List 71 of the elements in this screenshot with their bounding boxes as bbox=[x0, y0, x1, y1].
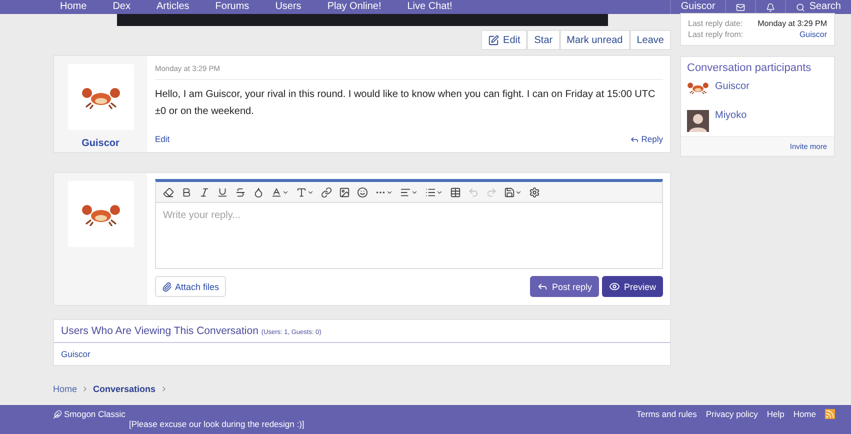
font-color-icon bbox=[271, 186, 282, 198]
eye-icon bbox=[608, 281, 620, 292]
footer-link[interactable]: Help bbox=[766, 409, 784, 419]
underline-icon bbox=[217, 186, 228, 198]
bold-icon bbox=[181, 186, 192, 198]
footer-note: [Please excuse our look during the redesign :)] bbox=[129, 419, 304, 429]
align-icon bbox=[400, 186, 411, 198]
action-button[interactable]: Star bbox=[527, 30, 560, 50]
action-button[interactable]: Leave bbox=[630, 30, 671, 50]
reply-icon bbox=[536, 281, 548, 292]
nav-link[interactable]: Dex bbox=[112, 0, 130, 14]
breadcrumb-link[interactable]: Conversations bbox=[93, 384, 156, 394]
link-icon bbox=[321, 186, 332, 198]
crab-drawing bbox=[80, 85, 120, 109]
caret-icon bbox=[515, 188, 522, 196]
reply-icon bbox=[630, 134, 640, 144]
redo-icon bbox=[486, 186, 497, 198]
smiley-icon bbox=[357, 186, 368, 198]
crab-drawing bbox=[687, 81, 709, 94]
info-value[interactable]: Guiscor bbox=[799, 29, 827, 40]
card-title: Conversation participants bbox=[686, 61, 812, 76]
nav-link[interactable]: Home bbox=[60, 0, 87, 14]
droplet-icon bbox=[253, 186, 264, 198]
search-icon bbox=[796, 2, 806, 12]
action-button[interactable]: Mark unread bbox=[560, 30, 630, 50]
nav-link[interactable]: Forums bbox=[215, 0, 250, 14]
feather-icon bbox=[53, 410, 62, 418]
user-link[interactable]: Guiscor bbox=[61, 349, 663, 359]
eraser-icon bbox=[163, 186, 174, 198]
info-value: Monday at 3:29 PM bbox=[758, 18, 827, 29]
post-reply-button[interactable]: Post reply bbox=[530, 276, 599, 297]
edit-icon bbox=[488, 34, 500, 46]
caret-icon bbox=[411, 188, 418, 196]
footer-link[interactable]: Home bbox=[793, 409, 816, 419]
info-label: Last reply date: bbox=[688, 18, 743, 29]
caret-icon bbox=[307, 188, 314, 196]
participant-link[interactable]: Guiscor bbox=[715, 81, 750, 92]
list-icon bbox=[425, 186, 436, 198]
mail-icon bbox=[736, 2, 746, 12]
reply-link[interactable]: Reply bbox=[630, 134, 663, 144]
participant-link[interactable]: Miyoko bbox=[715, 110, 747, 121]
avatar-silhouette bbox=[687, 110, 709, 132]
italic-icon bbox=[199, 186, 210, 198]
caret-icon bbox=[282, 188, 289, 196]
action-button[interactable]: Edit bbox=[481, 30, 528, 50]
edit-link[interactable]: Edit bbox=[155, 134, 170, 144]
table-icon bbox=[450, 186, 461, 198]
nav-link[interactable]: Live Chat! bbox=[407, 0, 452, 14]
footer-link[interactable]: Terms and rules bbox=[636, 409, 697, 419]
nav-link[interactable]: Articles bbox=[156, 0, 190, 14]
preview-button[interactable]: Preview bbox=[602, 276, 663, 297]
author-name[interactable]: Guiscor bbox=[82, 138, 120, 149]
paperclip-icon bbox=[162, 282, 172, 292]
settings-icon bbox=[529, 186, 540, 198]
caret-icon bbox=[386, 188, 393, 196]
caret-icon bbox=[436, 188, 443, 196]
breadcrumb-link[interactable]: Home bbox=[53, 384, 78, 394]
text-size-icon bbox=[296, 186, 307, 198]
drafts-icon bbox=[504, 186, 515, 198]
info-label: Last reply from: bbox=[688, 29, 744, 40]
attach-files-button[interactable]: Attach files bbox=[155, 276, 226, 297]
crab-drawing bbox=[80, 202, 120, 226]
reply-field[interactable]: Write your reply... bbox=[155, 202, 663, 269]
undo-icon bbox=[468, 186, 479, 198]
nav-link[interactable]: Play Online! bbox=[327, 0, 382, 14]
footer-link[interactable]: Privacy policy bbox=[706, 409, 758, 419]
site-link[interactable]: Smogon Classic bbox=[53, 409, 304, 419]
nav-link[interactable]: Users bbox=[275, 0, 302, 14]
message-text: Hello, I am Guiscor, your rival in this round. I would like to know when you can fight. I can on Friday at 15:00 UTC ±0 or on the weekend. bbox=[155, 88, 656, 119]
image-icon bbox=[339, 186, 350, 198]
strikethrough-icon bbox=[235, 186, 246, 198]
